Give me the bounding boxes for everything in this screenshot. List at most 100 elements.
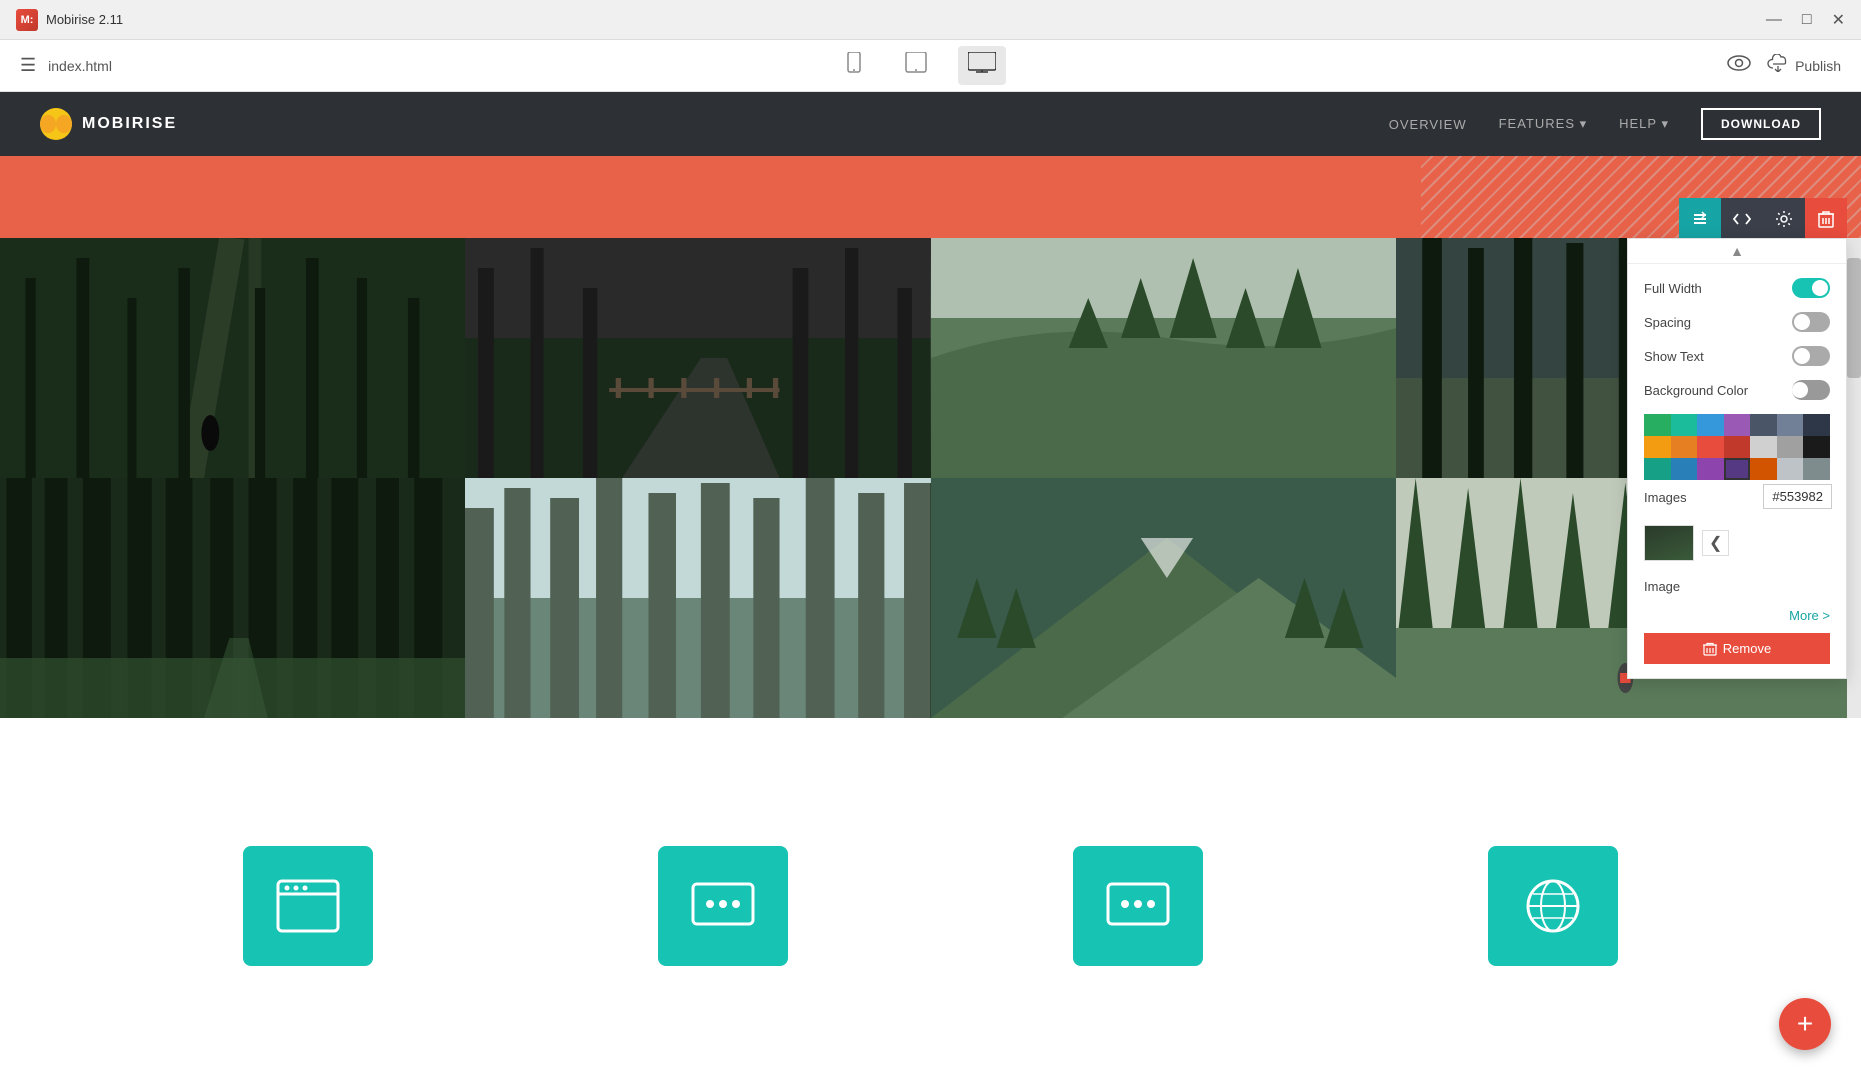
- minimize-button[interactable]: —: [1766, 11, 1782, 29]
- navbar-links: OVERVIEW FEATURES ▾ HELP ▾ DOWNLOAD: [1389, 108, 1821, 140]
- image-thumbnail: [1644, 525, 1694, 561]
- settings-button[interactable]: [1763, 198, 1805, 240]
- titlebar-left: M: Mobirise 2.11: [16, 9, 123, 31]
- gallery-image-7: [931, 478, 1396, 718]
- toolbar-left: ☰ index.html: [20, 55, 112, 76]
- cloud-upload-icon: [1767, 54, 1789, 77]
- gallery-image-2: [465, 238, 930, 478]
- nav-features[interactable]: FEATURES ▾: [1499, 116, 1588, 132]
- color-tooltip: #553982: [1763, 484, 1832, 509]
- maximize-button[interactable]: □: [1802, 11, 1812, 29]
- settings-panel: ▲ Full Width Spacing Show Text: [1627, 238, 1847, 679]
- block-toolbar: [1679, 198, 1847, 240]
- preview-button[interactable]: [1727, 54, 1751, 77]
- gallery-section: ▲ Full Width Spacing Show Text: [0, 238, 1861, 718]
- color-swatch[interactable]: [1644, 414, 1671, 436]
- scroll-thumb[interactable]: [1847, 258, 1861, 378]
- remove-button[interactable]: Remove: [1644, 633, 1830, 664]
- app-logo: M:: [16, 9, 38, 31]
- color-swatch[interactable]: [1803, 458, 1830, 480]
- images-nav-row: ❮: [1644, 525, 1830, 561]
- color-palette: #553982: [1644, 414, 1830, 480]
- color-swatch[interactable]: [1644, 436, 1671, 458]
- bg-color-toggle[interactable]: [1792, 380, 1830, 400]
- tablet-view-button[interactable]: [894, 46, 938, 85]
- color-swatch[interactable]: [1697, 436, 1724, 458]
- color-swatch[interactable]: [1777, 436, 1804, 458]
- spacing-row: Spacing: [1644, 312, 1830, 332]
- delete-block-button[interactable]: [1805, 198, 1847, 240]
- more-link[interactable]: More >: [1644, 608, 1830, 623]
- desktop-view-button[interactable]: [958, 46, 1006, 85]
- remove-label: Remove: [1723, 641, 1771, 656]
- add-block-fab[interactable]: +: [1779, 998, 1831, 1050]
- gallery-grid: [0, 238, 1861, 718]
- feature-icon-4: [1488, 846, 1618, 966]
- color-swatch[interactable]: [1671, 414, 1698, 436]
- gallery-cell-7[interactable]: [931, 478, 1396, 718]
- color-swatch[interactable]: [1803, 436, 1830, 458]
- full-width-row: Full Width: [1644, 278, 1830, 298]
- mobile-view-button[interactable]: [834, 46, 874, 85]
- filename-label: index.html: [48, 58, 112, 74]
- panel-arrow: ▲: [1628, 239, 1846, 264]
- feature-icon-1: [243, 846, 373, 966]
- spacing-label: Spacing: [1644, 315, 1691, 330]
- color-swatch[interactable]: [1724, 414, 1751, 436]
- color-swatch[interactable]: [1697, 458, 1724, 480]
- gallery-cell-3[interactable]: [931, 238, 1396, 478]
- download-button[interactable]: DOWNLOAD: [1701, 108, 1821, 140]
- publish-button[interactable]: Publish: [1767, 54, 1841, 77]
- color-swatch[interactable]: [1803, 414, 1830, 436]
- color-swatch[interactable]: [1750, 458, 1777, 480]
- spacing-toggle[interactable]: [1792, 312, 1830, 332]
- reorder-button[interactable]: [1679, 198, 1721, 240]
- full-width-toggle[interactable]: [1792, 278, 1830, 298]
- feature-icon-2: [658, 846, 788, 966]
- bottom-section: [0, 718, 1861, 966]
- gallery-image-6: [465, 478, 930, 718]
- color-swatch[interactable]: [1697, 414, 1724, 436]
- bg-color-label: Background Color: [1644, 383, 1748, 398]
- palette-grid: [1644, 414, 1830, 480]
- gallery-cell-2[interactable]: [465, 238, 930, 478]
- main-content: ▲ Full Width Spacing Show Text: [0, 156, 1861, 966]
- color-swatch[interactable]: [1724, 436, 1751, 458]
- color-swatch[interactable]: [1671, 436, 1698, 458]
- color-swatch[interactable]: [1671, 458, 1698, 480]
- scroll-indicator[interactable]: [1847, 238, 1861, 718]
- color-swatch[interactable]: [1750, 436, 1777, 458]
- window-controls: — □ ✕: [1766, 10, 1845, 30]
- close-button[interactable]: ✕: [1832, 10, 1845, 30]
- code-button[interactable]: [1721, 198, 1763, 240]
- titlebar: M: Mobirise 2.11 — □ ✕: [0, 0, 1861, 40]
- nav-help[interactable]: HELP ▾: [1619, 116, 1669, 132]
- brand: MOBIRISE: [40, 108, 177, 140]
- brand-name: MOBIRISE: [82, 115, 177, 133]
- bg-color-row: Background Color: [1644, 380, 1830, 400]
- gallery-cell-5[interactable]: [0, 478, 465, 718]
- panel-content: Full Width Spacing Show Text: [1628, 264, 1846, 678]
- color-swatch[interactable]: [1777, 458, 1804, 480]
- show-text-toggle[interactable]: [1792, 346, 1830, 366]
- color-swatch[interactable]: [1750, 414, 1777, 436]
- nav-overview[interactable]: OVERVIEW: [1389, 117, 1467, 132]
- color-swatch[interactable]: [1644, 458, 1671, 480]
- prev-image-button[interactable]: ❮: [1702, 530, 1729, 556]
- color-swatch[interactable]: [1777, 414, 1804, 436]
- gallery-image-1: [0, 238, 465, 478]
- images-label: Images: [1644, 490, 1687, 505]
- app-title: Mobirise 2.11: [46, 12, 123, 27]
- main-toolbar: ☰ index.html: [0, 40, 1861, 92]
- toolbar-right: Publish: [1727, 54, 1841, 77]
- device-switcher: [834, 46, 1006, 85]
- feature-icon-3: [1073, 846, 1203, 966]
- color-swatch[interactable]: [1724, 458, 1751, 480]
- gallery-image-5: [0, 478, 465, 718]
- gallery-cell-1[interactable]: [0, 238, 465, 478]
- hamburger-menu[interactable]: ☰: [20, 55, 36, 76]
- gallery-image-3: [931, 238, 1396, 478]
- gallery-cell-6[interactable]: [465, 478, 930, 718]
- show-text-row: Show Text: [1644, 346, 1830, 366]
- full-width-label: Full Width: [1644, 281, 1702, 296]
